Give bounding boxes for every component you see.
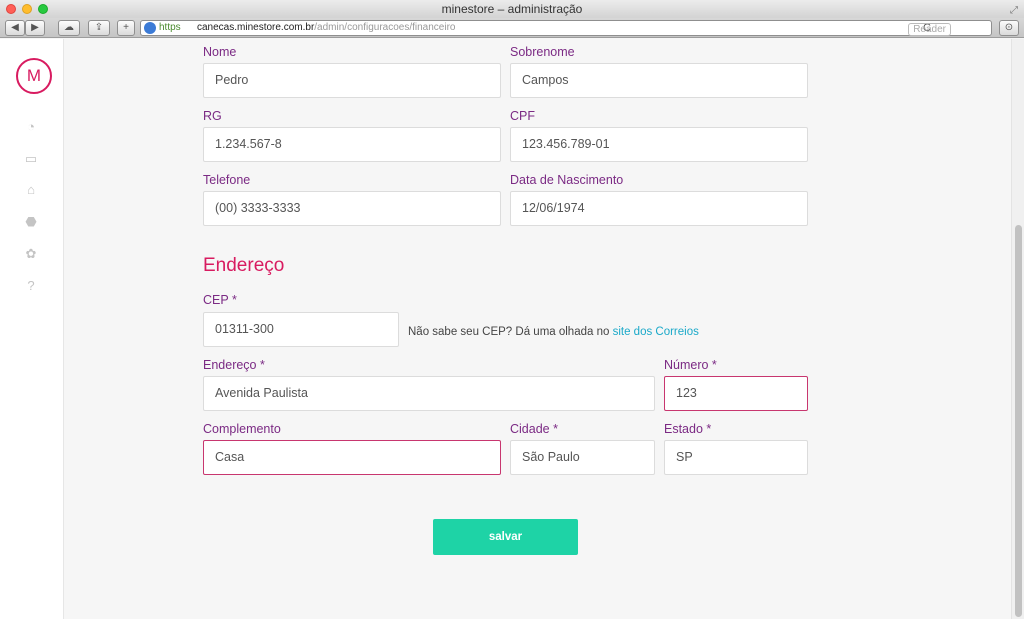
page-scrollbar[interactable] <box>1011 39 1024 619</box>
cep-field[interactable]: 01311-300 <box>203 312 399 347</box>
rg-label: RG <box>203 109 222 123</box>
scrollbar-thumb[interactable] <box>1015 225 1022 617</box>
cidade-label: Cidade * <box>510 422 558 436</box>
downloads-button[interactable]: ⊙ <box>999 20 1019 36</box>
main-content: Nome Pedro Sobrenome Campos RG 1.234.567… <box>64 39 1011 619</box>
cpf-field[interactable]: 123.456.789-01 <box>510 127 808 162</box>
url-path: /admin/configuracoes/financeiro <box>314 22 456 33</box>
gear-icon[interactable]: ✿ <box>23 246 39 262</box>
url-host: canecas.minestore.com.br <box>197 22 315 33</box>
inbox-icon[interactable]: ▭ <box>23 151 39 167</box>
help-icon[interactable]: ? <box>23 278 39 294</box>
gift-icon[interactable]: ⌂ <box>23 182 39 198</box>
telefone-label: Telefone <box>203 173 251 187</box>
browser-toolbar: ◀ ▶ ☁ ⇪ + https canecas.minestore.com.br… <box>0 18 1024 38</box>
numero-label: Número * <box>664 358 717 372</box>
url-text: canecas.minestore.com.br/admin/configura… <box>197 21 455 35</box>
endereco-label: Endereço * <box>203 358 265 372</box>
complemento-label: Complemento <box>203 422 281 436</box>
reader-button[interactable]: Reader <box>908 23 951 36</box>
zoom-window-icon[interactable] <box>38 4 48 14</box>
sobrenome-label: Sobrenome <box>510 45 575 59</box>
address-section-title: Endereço <box>203 255 285 276</box>
sidebar: M ◔ ▭ ⌂ ⬣ ✿ ? <box>0 39 64 619</box>
endereco-field[interactable]: Avenida Paulista <box>203 376 655 411</box>
forward-button[interactable]: ▶ <box>25 20 45 36</box>
new-tab-button[interactable]: + <box>117 20 135 36</box>
nascimento-label: Data de Nascimento <box>510 173 624 187</box>
estado-label: Estado * <box>664 422 712 436</box>
icloud-tabs-button[interactable]: ☁ <box>58 20 80 36</box>
cidade-field[interactable]: São Paulo <box>510 440 655 475</box>
minestore-logo[interactable]: M <box>16 58 52 94</box>
nome-label: Nome <box>203 45 237 59</box>
address-bar[interactable]: https canecas.minestore.com.br/admin/con… <box>140 20 992 36</box>
rg-field[interactable]: 1.234.567-8 <box>203 127 501 162</box>
nascimento-field[interactable]: 12/06/1974 <box>510 191 808 226</box>
sobrenome-field[interactable]: Campos <box>510 63 808 98</box>
url-scheme: https <box>159 22 181 33</box>
nome-field[interactable]: Pedro <box>203 63 501 98</box>
cep-label: CEP * <box>203 293 237 307</box>
back-button[interactable]: ◀ <box>5 20 25 36</box>
estado-field[interactable]: SP <box>664 440 808 475</box>
cpf-label: CPF <box>510 109 535 123</box>
save-button[interactable]: salvar <box>433 519 578 555</box>
window-title: minestore – administração <box>441 2 583 16</box>
numero-field[interactable]: 123 <box>664 376 808 411</box>
tag-icon[interactable]: ⬣ <box>23 214 39 230</box>
dashboard-icon[interactable]: ◔ <box>23 119 39 135</box>
correios-link[interactable]: site dos Correios <box>613 326 699 338</box>
share-button[interactable]: ⇪ <box>88 20 110 36</box>
close-window-icon[interactable] <box>6 4 16 14</box>
window-titlebar: minestore – administração ⤢ <box>0 0 1024 18</box>
cep-help: Não sabe seu CEP? Dá uma olhada no site … <box>408 326 699 338</box>
complemento-field[interactable]: Casa <box>203 440 501 475</box>
cep-help-text: Não sabe seu CEP? Dá uma olhada no <box>408 326 613 338</box>
globe-icon <box>144 22 156 34</box>
telefone-field[interactable]: (00) 3333-3333 <box>203 191 501 226</box>
minimize-window-icon[interactable] <box>22 4 32 14</box>
